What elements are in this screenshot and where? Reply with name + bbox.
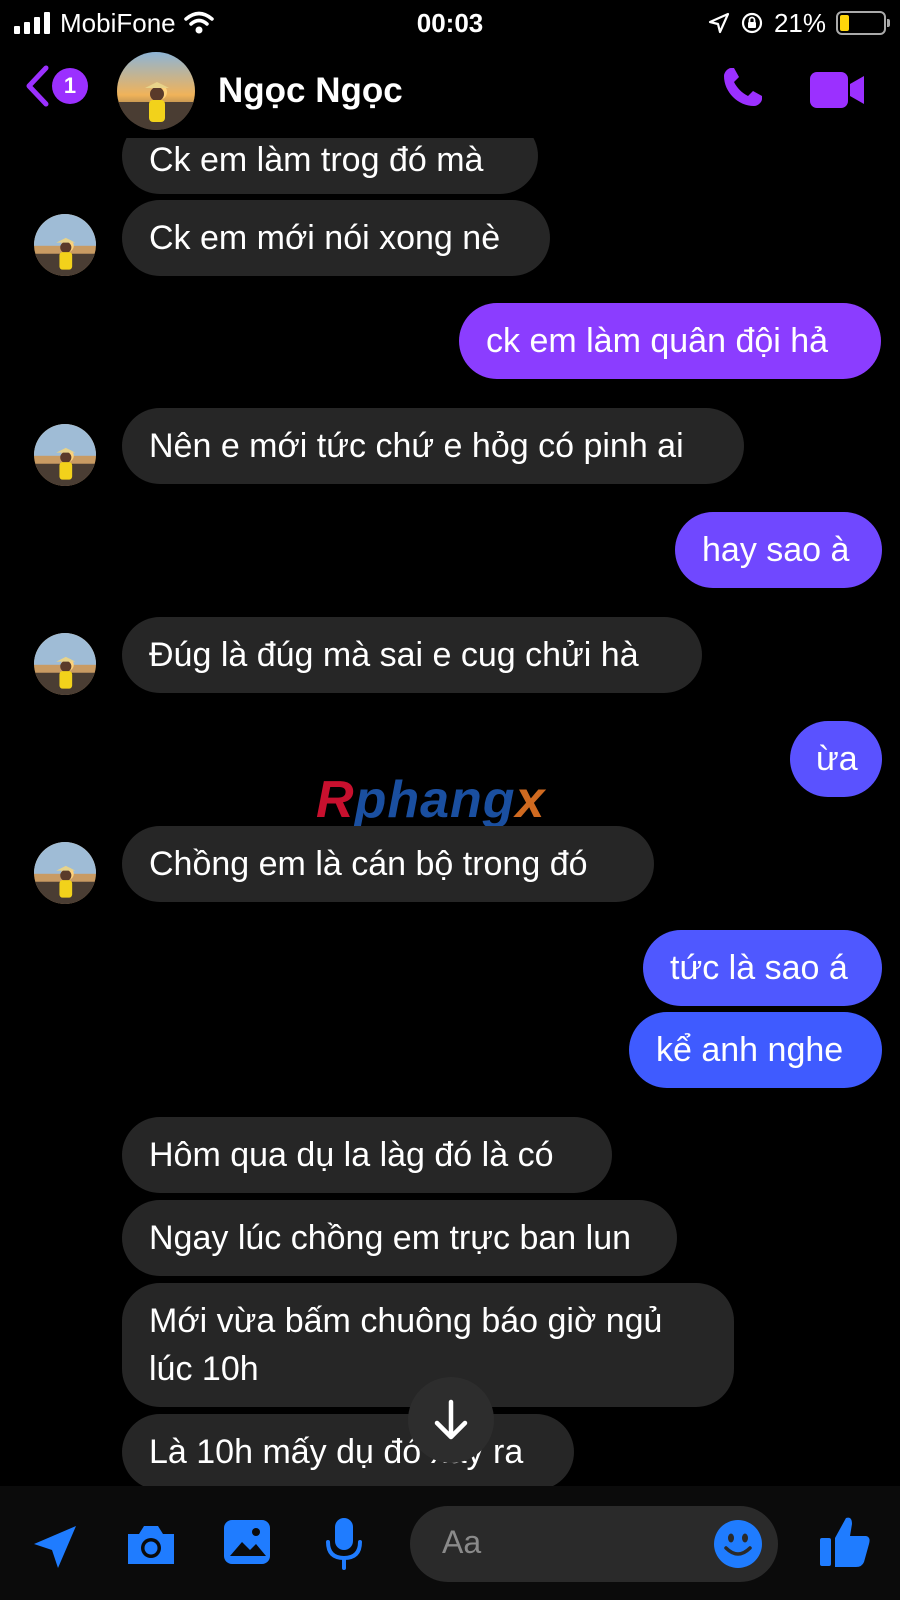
rotation-lock-icon [741,12,763,34]
video-call-button[interactable] [808,70,868,115]
message-text: tức là sao á [670,949,848,987]
message-text: Hôm qua dụ la làg đó là có [149,1136,554,1174]
video-camera-icon [810,72,864,108]
avatar-image [34,633,96,695]
like-button[interactable] [818,1514,872,1575]
camera-icon [128,1526,174,1564]
emoji-icon [714,1520,762,1568]
voice-message-button[interactable] [324,1516,364,1575]
gallery-button[interactable] [222,1518,272,1571]
message-text: Chồng em là cán bộ trong đó [149,845,588,883]
message-bubble-incoming[interactable]: Là 10h mấy dụ đó xảy ra [122,1414,574,1490]
scroll-to-bottom-button[interactable] [408,1377,494,1463]
message-bubble-outgoing[interactable]: ừa [790,721,882,797]
message-text: ck em làm quân đội hả [486,322,829,360]
message-text: Nên e mới tức chứ e hỏg có pinh ai [149,427,684,465]
message-bubble-incoming[interactable]: Đúg là đúg mà sai e cug chửi hà [122,617,702,693]
emoji-button[interactable] [712,1518,764,1575]
phone-icon [724,68,762,106]
camera-button[interactable] [124,1522,178,1573]
message-text: Mới vừa bấm chuông báo giờ ngủ [149,1302,663,1340]
voice-call-button[interactable] [718,64,766,117]
unread-badge: 1 [52,68,88,104]
photo-icon [224,1520,270,1564]
avatar-image [34,424,96,486]
sender-avatar[interactable] [34,842,96,904]
message-input[interactable]: Aa [410,1506,778,1582]
message-text: Đúg là đúg mà sai e cug chửi hà [149,636,639,674]
message-bubble-incoming[interactable]: Ngay lúc chồng em trực ban lun [122,1200,677,1276]
sender-avatar[interactable] [34,214,96,276]
back-button[interactable]: 1 [24,64,88,108]
message-text: kể anh nghe [656,1031,844,1069]
avatar-image [117,52,195,130]
message-text: Ck em làm trog đó mà [149,141,484,179]
location-button[interactable] [30,1522,80,1577]
sender-avatar[interactable] [34,633,96,695]
microphone-icon [326,1518,362,1570]
location-arrow-icon [34,1526,76,1568]
chevron-left-icon [26,65,49,107]
message-bubble-incoming[interactable]: Chồng em là cán bộ trong đó [122,826,654,902]
arrow-down-icon [434,1399,468,1440]
message-text: Ngay lúc chồng em trực ban lun [149,1219,632,1257]
watermark: Rphangx [316,771,546,829]
message-bubble-incoming[interactable]: Hôm qua dụ la làg đó là có [122,1117,612,1193]
message-bubble-outgoing[interactable]: hay sao à [675,512,882,588]
thumbs-up-icon [820,1517,870,1567]
message-text: hay sao à [702,531,850,569]
sender-avatar[interactable] [34,424,96,486]
location-services-icon [708,12,730,34]
avatar-image [34,214,96,276]
avatar-image [34,842,96,904]
contact-avatar[interactable] [117,52,195,130]
message-bubble-outgoing[interactable]: ck em làm quân đội hả [459,303,881,379]
battery-percent: 21% [773,7,826,38]
message-text: Ck em mới nói xong nè [149,219,501,257]
battery-icon [836,11,890,35]
status-bar: MobiFone 00:03 21% [0,0,900,46]
chat-header: 1 Ngọc Ngọc [0,46,900,138]
message-text: ừa [816,740,858,778]
message-placeholder: Aa [442,1524,482,1560]
contact-name[interactable]: Ngọc Ngọc [218,70,403,112]
composer-bar: Aa [0,1486,900,1600]
message-bubble-incoming[interactable]: Ck em mới nói xong nè [122,200,550,276]
message-bubble-incoming[interactable]: Nên e mới tức chứ e hỏg có pinh ai [122,408,744,484]
battery-level [840,15,849,31]
message-bubble-outgoing[interactable]: kể anh nghe [629,1012,882,1088]
message-bubble-outgoing[interactable]: tức là sao á [643,930,882,1006]
